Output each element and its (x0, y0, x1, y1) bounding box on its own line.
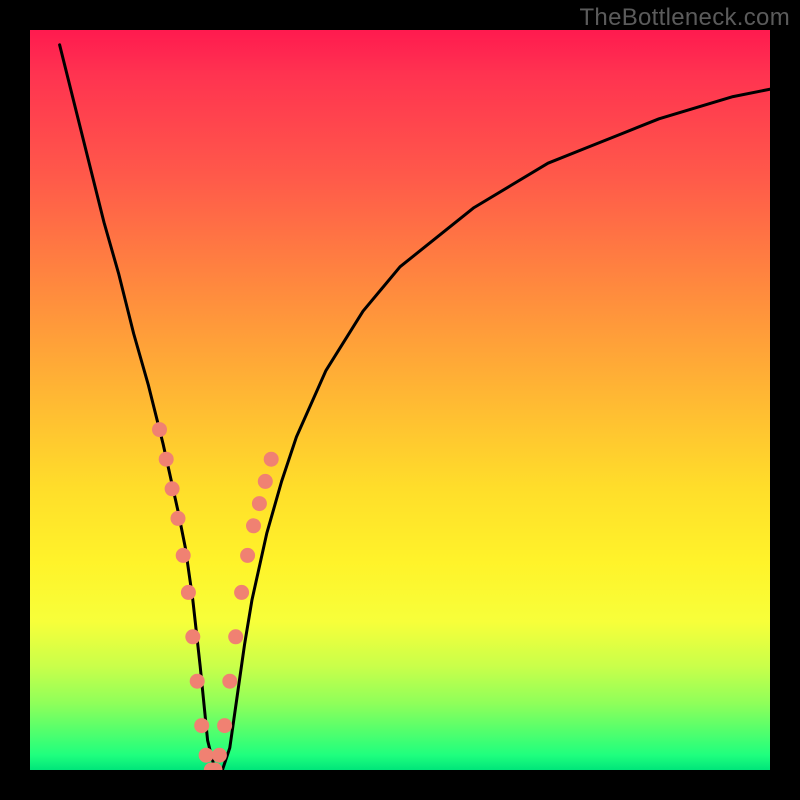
plot-gradient-area (30, 30, 770, 770)
data-marker (217, 718, 232, 733)
data-marker (159, 452, 174, 467)
data-marker (264, 452, 279, 467)
data-marker (240, 548, 255, 563)
data-marker (228, 629, 243, 644)
watermark-label: TheBottleneck.com (579, 4, 790, 32)
bottleneck-curve (60, 45, 770, 770)
data-marker (190, 674, 205, 689)
curve-layer (30, 30, 770, 770)
data-marker (222, 674, 237, 689)
data-marker (199, 748, 214, 763)
data-marker (258, 474, 273, 489)
data-marker (152, 422, 167, 437)
data-marker (185, 629, 200, 644)
data-marker (252, 496, 267, 511)
data-marker (212, 748, 227, 763)
data-marker (171, 511, 186, 526)
data-marker (165, 481, 180, 496)
data-marker (246, 518, 261, 533)
chart-frame: TheBottleneck.com (0, 0, 800, 800)
data-marker (181, 585, 196, 600)
data-marker (194, 718, 209, 733)
data-marker (176, 548, 191, 563)
data-marker (234, 585, 249, 600)
